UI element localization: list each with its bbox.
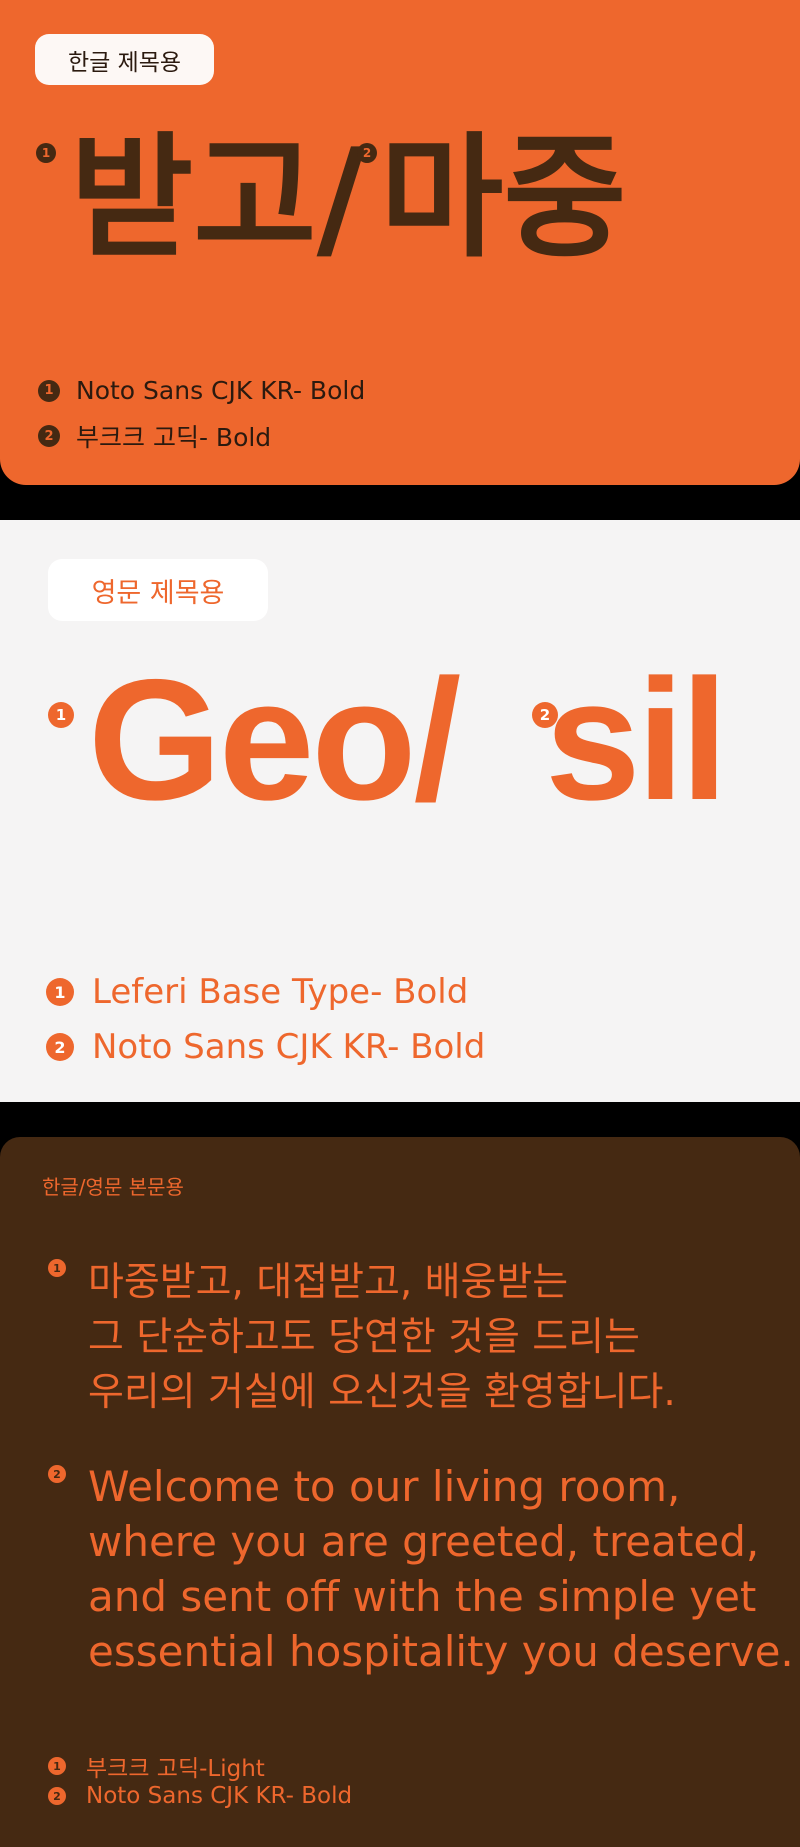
paragraph-line: Welcome to our living room, [88,1462,681,1511]
hero-marker-1: 1 [48,702,74,728]
korean-hero-part2: 마중 [380,120,627,276]
english-hero-part1: Geo/ [88,644,461,836]
paragraph-line: essential hospitality you deserve. [88,1627,794,1676]
font-credit-row: 1 Leferi Base Type- Bold [46,972,468,1012]
english-sample-paragraph: Welcome to our living room, where you ar… [88,1459,794,1679]
font-credit-label: 부크크 고딕- Bold [76,423,272,452]
paragraph-line: 그 단순하고도 당연한 것을 드리는 [88,1315,640,1360]
hero-marker-1: 1 [36,143,56,163]
body-text-panel: 한글/영문 본문용 1 마중받고, 대접받고, 배웅받는 그 단순하고도 당연한… [0,1137,800,1847]
korean-hero-part1: 받고/ [70,120,366,276]
body-text-tag: 한글/영문 본문용 [42,1175,184,1199]
font-credit-label: Noto Sans CJK KR- Bold [76,376,366,405]
english-title-tag: 영문 제목용 [48,559,268,621]
hero-marker-2: 2 [357,143,377,163]
english-title-panel: 영문 제목용 1 Geo/ 2 sil 1 Leferi Base Type- … [0,520,800,1102]
font-index-badge: 2 [46,1033,74,1061]
paragraph-line: 우리의 거실에 오신것을 환영합니다. [88,1370,676,1415]
font-credit-label: Leferi Base Type- Bold [92,972,469,1012]
font-credit-row: 1 Noto Sans CJK KR- Bold [38,376,365,405]
paragraph-line: and sent off with the simple yet [88,1572,757,1621]
font-index-badge: 1 [46,978,74,1006]
font-credit-label: 부크크 고딕-Light [86,1756,265,1782]
paragraph-marker-1: 1 [48,1259,66,1277]
korean-sample-paragraph: 마중받고, 대접받고, 배웅받는 그 단순하고도 당연한 것을 드리는 우리의 … [88,1255,676,1420]
font-index-badge: 2 [38,425,60,447]
font-credit-label: Noto Sans CJK KR- Bold [92,1027,486,1067]
paragraph-line: 마중받고, 대접받고, 배웅받는 [88,1260,569,1305]
font-index-badge: 1 [38,379,60,402]
font-credit-row: 1 부크크 고딕-Light [48,1749,265,1783]
font-index-badge: 1 [48,1757,66,1775]
font-credit-row: 2 Noto Sans CJK KR- Bold [48,1783,352,1809]
korean-title-tag: 한글 제목용 [35,34,214,85]
english-hero-part2: sil [545,644,728,836]
korean-title-panel: 한글 제목용 1 받고/ 2 마중 1 Noto Sans CJK KR- Bo… [0,0,800,485]
font-index-badge: 2 [48,1787,66,1805]
paragraph-line: where you are greeted, treated, [88,1517,760,1566]
font-credit-row: 2 Noto Sans CJK KR- Bold [46,1027,485,1067]
paragraph-marker-2: 2 [48,1465,66,1483]
font-credit-row: 2 부크크 고딕- Bold [38,418,271,454]
font-credit-label: Noto Sans CJK KR- Bold [86,1783,353,1809]
